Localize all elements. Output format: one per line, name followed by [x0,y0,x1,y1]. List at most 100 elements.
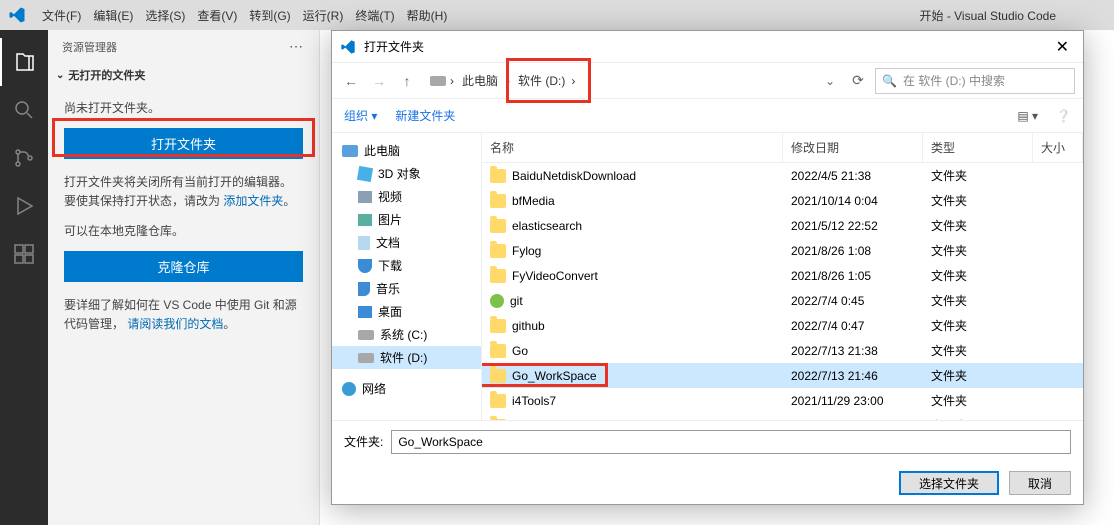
pcico-icon [342,145,358,157]
read-docs-link[interactable]: 请阅读我们的文档 [127,317,223,331]
row-date: 2021/10/14 0:04 [783,192,923,210]
menu-item[interactable]: 选择(S) [139,5,191,27]
row-name: Go_WorkSpace [512,369,597,383]
tree-item[interactable]: 3D 对象 [332,162,481,185]
table-row[interactable]: BaiduNetdiskDownload2022/4/5 21:38文件夹 [482,163,1083,188]
table-row[interactable]: Go_WorkSpace2022/7/13 21:46文件夹 [482,363,1083,388]
folder-input[interactable] [391,430,1071,454]
row-size [1033,199,1083,203]
sidebar-section-label: 无打开的文件夹 [68,67,145,83]
open-folder-dialog: 打开文件夹 ✕ ← → ↑ › 此电脑 › 软件 (D:) › ⌄ ⟳ 🔍 在 … [331,30,1084,505]
tree-item[interactable]: 系统 (C:) [332,323,481,346]
new-folder-button[interactable]: 新建文件夹 [395,107,455,124]
search-icon: 🔍 [882,74,897,88]
select-folder-button[interactable]: 选择文件夹 [899,471,999,495]
row-size [1033,249,1083,253]
table-row[interactable]: github2022/7/4 0:47文件夹 [482,313,1083,338]
clone-repo-button[interactable]: 克隆仓库 [64,251,303,282]
folder-icon [490,319,506,333]
up-icon[interactable]: ↑ [396,70,418,92]
menu-item[interactable]: 帮助(H) [401,5,454,27]
row-date: 2022/7/13 21:46 [783,367,923,385]
row-type: 文件夹 [923,240,1033,261]
row-date: 2022/7/13 21:38 [783,342,923,360]
table-row[interactable]: Go2022/7/13 21:38文件夹 [482,338,1083,363]
table-row[interactable]: bfMedia2021/10/14 0:04文件夹 [482,188,1083,213]
table-row[interactable]: install_files2021/7/17 1:07文件夹 [482,413,1083,420]
crumb-pc[interactable]: 此电脑 [458,72,502,89]
tree-item[interactable]: 此电脑 [332,139,481,162]
dlico-icon [358,259,372,273]
row-date: 2021/8/26 1:05 [783,267,923,285]
help-icon[interactable]: ❔ [1056,109,1071,123]
musico-icon [358,282,370,296]
more-icon[interactable]: ⋯ [289,38,305,55]
back-icon[interactable]: ← [340,70,362,92]
row-name: Fylog [512,244,541,258]
search-input[interactable]: 🔍 在 软件 (D:) 中搜索 [875,68,1075,94]
tree-item-label: 软件 (D:) [380,349,427,366]
open-folder-button[interactable]: 打开文件夹 [64,128,303,159]
clone-note: 可以在本地克隆仓库。 [64,222,303,241]
view-icon[interactable]: ▤ ▾ [1017,109,1038,123]
menu-item[interactable]: 文件(F) [36,5,87,27]
table-row[interactable]: elasticsearch2021/5/12 22:52文件夹 [482,213,1083,238]
search-placeholder: 在 软件 (D:) 中搜索 [903,72,1005,89]
tree-item-label: 系统 (C:) [380,326,427,343]
tree-item[interactable]: 下载 [332,254,481,277]
menu-item[interactable]: 编辑(E) [87,5,139,27]
tree-item[interactable]: 文档 [332,231,481,254]
forward-icon[interactable]: → [368,70,390,92]
menu-item[interactable]: 运行(R) [297,5,350,27]
table-row[interactable]: i4Tools72021/11/29 23:00文件夹 [482,388,1083,413]
row-size [1033,324,1083,328]
col-size[interactable]: 大小 [1033,133,1083,162]
breadcrumb[interactable]: › 此电脑 › 软件 (D:) › ⌄ [424,68,841,93]
menu-item[interactable]: 查看(V) [191,5,243,27]
row-name: Go [512,344,528,358]
table-row[interactable]: FyVideoConvert2021/8/26 1:05文件夹 [482,263,1083,288]
menu-item[interactable]: 终端(T) [349,5,400,27]
row-name: bfMedia [512,194,555,208]
explorer-sidebar: 资源管理器 ⋯ ⌄ 无打开的文件夹 尚未打开文件夹。 打开文件夹 打开文件夹将关… [48,30,320,525]
col-date[interactable]: 修改日期 [783,133,923,162]
close-icon[interactable]: ✕ [1050,37,1075,57]
organize-menu[interactable]: 组织 ▾ [344,107,377,124]
col-type[interactable]: 类型 [923,133,1033,162]
explorer-icon[interactable] [0,38,48,86]
row-type: 文件夹 [923,265,1033,286]
tree-item[interactable]: 图片 [332,208,481,231]
sidebar-section[interactable]: ⌄ 无打开的文件夹 [48,63,319,87]
cancel-button[interactable]: 取消 [1009,471,1071,495]
tree-item[interactable]: 网络 [332,377,481,400]
row-name: i4Tools7 [512,394,556,408]
tree-item-label: 下载 [378,257,402,274]
row-date: 2022/7/4 0:45 [783,292,923,310]
tree-item[interactable]: 视频 [332,185,481,208]
menu-item[interactable]: 转到(G) [243,5,296,27]
vscode-logo-icon [340,39,356,55]
row-date: 2021/8/26 1:08 [783,242,923,260]
col-name[interactable]: 名称 [482,133,783,162]
crumb-drive[interactable]: 软件 (D:) › [514,72,579,89]
vico-icon [358,191,372,203]
refresh-icon[interactable]: ⟳ [847,70,869,92]
row-date: 2022/7/4 0:47 [783,317,923,335]
imgico-icon [358,214,372,226]
tree-item-label: 视频 [378,188,402,205]
tree-item[interactable]: 音乐 [332,277,481,300]
run-debug-icon[interactable] [0,182,48,230]
add-folder-link[interactable]: 添加文件夹 [223,194,283,208]
chevron-down-icon[interactable]: ⌄ [825,74,835,88]
row-size [1033,299,1083,303]
tree-item[interactable]: 软件 (D:) [332,346,481,369]
extensions-icon[interactable] [0,230,48,278]
chevron-down-icon: ⌄ [56,70,64,81]
folder-icon [490,394,506,408]
search-icon[interactable] [0,86,48,134]
source-control-icon[interactable] [0,134,48,182]
table-row[interactable]: Fylog 2021/8/26 1:08文件夹 [482,238,1083,263]
table-row[interactable]: git2022/7/4 0:45文件夹 [482,288,1083,313]
list-header: 名称 修改日期 类型 大小 [482,133,1083,163]
tree-item[interactable]: 桌面 [332,300,481,323]
